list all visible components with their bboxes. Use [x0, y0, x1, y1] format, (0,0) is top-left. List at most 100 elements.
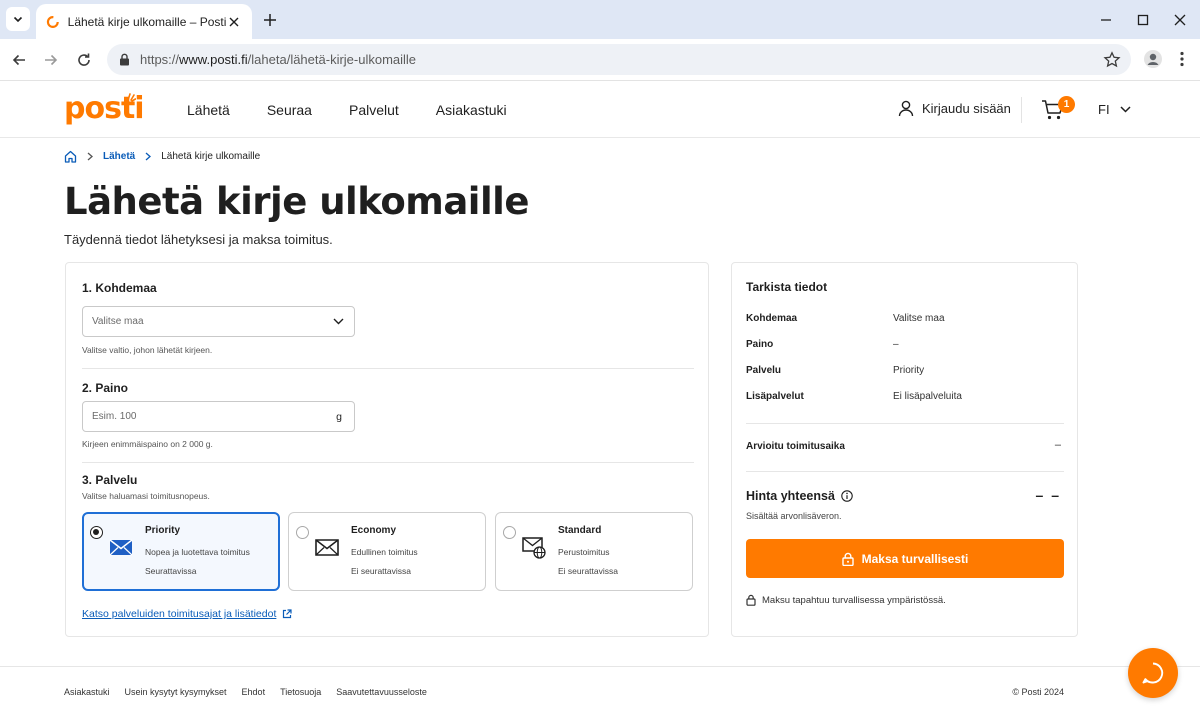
vat-note: Sisältää arvonlisäveron. [746, 511, 842, 521]
page-subtitle: Täydennä tiedot lähetyksesi ja maksa toi… [64, 232, 333, 247]
user-icon [898, 100, 914, 117]
browser-tab-active[interactable]: Lähetä kirje ulkomaille – Posti [36, 4, 252, 39]
section-divider [82, 462, 694, 463]
price-total-value: – – [1035, 487, 1061, 503]
weight-helper: Kirjeen enimmäispaino on 2 000 g. [82, 439, 213, 449]
shipment-form-card: 1. Kohdemaa Valitse maa Valitse valtio, … [65, 262, 709, 637]
summary-title: Tarkista tiedot [746, 280, 828, 294]
weight-unit: g [336, 410, 342, 423]
destination-title: 1. Kohdemaa [82, 281, 157, 295]
nav-seuraa[interactable]: Seuraa [267, 102, 312, 118]
nav-asiakastuki[interactable]: Asiakastuki [436, 102, 507, 118]
bookmark-star-icon[interactable] [1103, 51, 1121, 69]
footer-link-privacy[interactable]: Tietosuoja [280, 687, 321, 697]
footer-divider [0, 666, 1200, 667]
economy-tracking: Ei seurattavissa [351, 566, 411, 576]
summary-row-label: Kohdemaa [746, 313, 798, 324]
language-selector[interactable]: FI [1098, 102, 1131, 117]
logo-rays-icon [127, 93, 136, 102]
close-icon [1174, 14, 1186, 26]
breadcrumb: Lähetä Lähetä kirje ulkomaille [64, 149, 260, 163]
main-nav: Lähetä Seuraa Palvelut Asiakastuki [187, 81, 544, 138]
forward-button[interactable] [40, 49, 62, 71]
info-icon[interactable] [841, 490, 853, 502]
more-vertical-icon [1180, 51, 1184, 67]
envelope-icon [315, 539, 339, 556]
summary-divider [746, 471, 1064, 472]
summary-card: Tarkista tiedot Kohdemaa Valitse maa Pai… [731, 262, 1078, 637]
tab-title: Lähetä kirje ulkomaille – Posti [67, 14, 227, 29]
external-link-icon [283, 609, 292, 619]
economy-description: Edullinen toimitus [351, 547, 418, 557]
posti-favicon-icon [46, 15, 59, 28]
destination-select-value: Valitse maa [92, 316, 144, 327]
nav-laheta[interactable]: Lähetä [187, 102, 230, 118]
priority-name: Priority [145, 525, 181, 536]
weight-placeholder: Esim. 100 [92, 411, 137, 422]
service-option-standard[interactable]: Standard Perustoimitus Ei seurattavissa [495, 512, 693, 591]
weight-input[interactable]: Esim. 100 g [82, 401, 355, 432]
standard-name: Standard [558, 525, 602, 536]
minimize-button[interactable] [1096, 10, 1116, 30]
avatar-icon [1144, 50, 1162, 68]
new-tab-button[interactable] [260, 10, 280, 30]
close-window-button[interactable] [1170, 10, 1190, 30]
address-bar[interactable]: https://www.posti.fi/laheta/lähetä-kirje… [107, 44, 1131, 75]
tab-close-button[interactable] [226, 14, 242, 30]
back-button[interactable] [8, 49, 30, 71]
breadcrumb-laheta[interactable]: Lähetä [103, 151, 135, 162]
url-text: https://www.posti.fi/laheta/lähetä-kirje… [140, 52, 416, 67]
arrow-right-icon [45, 54, 58, 66]
service-info-link[interactable]: Katso palveluiden toimitusajat ja lisäti… [82, 608, 292, 620]
weight-title: 2. Paino [82, 381, 129, 395]
standard-radio[interactable] [503, 526, 516, 539]
destination-select[interactable]: Valitse maa [82, 306, 355, 337]
summary-row-label: Paino [746, 339, 774, 350]
footer-link-asiakastuki[interactable]: Asiakastuki [64, 687, 110, 697]
maximize-button[interactable] [1133, 10, 1153, 30]
browser-menu-button[interactable] [1172, 49, 1192, 69]
chat-button[interactable] [1128, 648, 1178, 698]
summary-row-label: Palvelu [746, 365, 782, 376]
url-prefix: https:// [140, 52, 180, 67]
tab-search-button[interactable] [6, 7, 30, 31]
economy-radio[interactable] [296, 526, 309, 539]
priority-radio[interactable] [90, 526, 103, 539]
chat-bubble-icon [1142, 662, 1164, 684]
arrow-left-icon [12, 54, 25, 66]
footer-link-faq[interactable]: Usein kysytyt kysymykset [125, 687, 227, 697]
summary-row-value: Valitse maa [893, 313, 945, 324]
minimize-icon [1101, 19, 1111, 21]
url-path: /laheta/lähetä-kirje-ulkomaille [247, 52, 417, 67]
service-option-economy[interactable]: Economy Edullinen toimitus Ei seurattavi… [288, 512, 486, 591]
price-total-text: Hinta yhteensä [746, 489, 835, 503]
chevron-down-icon [1120, 106, 1131, 113]
service-option-priority[interactable]: Priority Nopea ja luotettava toimitus Se… [82, 512, 280, 591]
economy-name: Economy [351, 525, 397, 536]
reload-button[interactable] [73, 49, 95, 71]
summary-row-value: Priority [893, 365, 925, 376]
price-total-label: Hinta yhteensä [746, 489, 853, 503]
nav-palvelut[interactable]: Palvelut [349, 102, 399, 118]
envelope-fast-icon [109, 539, 133, 556]
home-icon[interactable] [64, 150, 77, 163]
footer-link-accessibility[interactable]: Saavutettavuusseloste [336, 687, 427, 697]
lock-icon [120, 53, 129, 66]
service-title: 3. Palvelu [82, 473, 138, 487]
browser-tabstrip: Lähetä kirje ulkomaille – Posti [0, 0, 1200, 39]
eta-value: – [1054, 439, 1061, 451]
profile-button[interactable] [1142, 48, 1164, 70]
secure-payment-note: Maksu tapahtuu turvallisessa ympäristöss… [746, 594, 946, 606]
service-info-link-label: Katso palveluiden toimitusajat ja lisäti… [82, 608, 277, 620]
service-helper: Valitse haluamasi toimitusnopeus. [82, 491, 210, 501]
close-icon [229, 17, 239, 26]
login-button[interactable]: Kirjaudu sisään [898, 100, 1011, 117]
chevron-right-icon [87, 152, 93, 160]
site-header: posti Lähetä Seuraa Palvelut Asiakastuki… [0, 81, 1200, 138]
pay-button[interactable]: Maksa turvallisesti [746, 539, 1064, 578]
standard-description: Perustoimitus [558, 547, 610, 557]
plus-icon [264, 14, 276, 26]
breadcrumb-current: Lähetä kirje ulkomaille [161, 150, 261, 162]
url-host: www.posti.fi [179, 52, 248, 67]
footer-link-terms[interactable]: Ehdot [242, 687, 266, 697]
